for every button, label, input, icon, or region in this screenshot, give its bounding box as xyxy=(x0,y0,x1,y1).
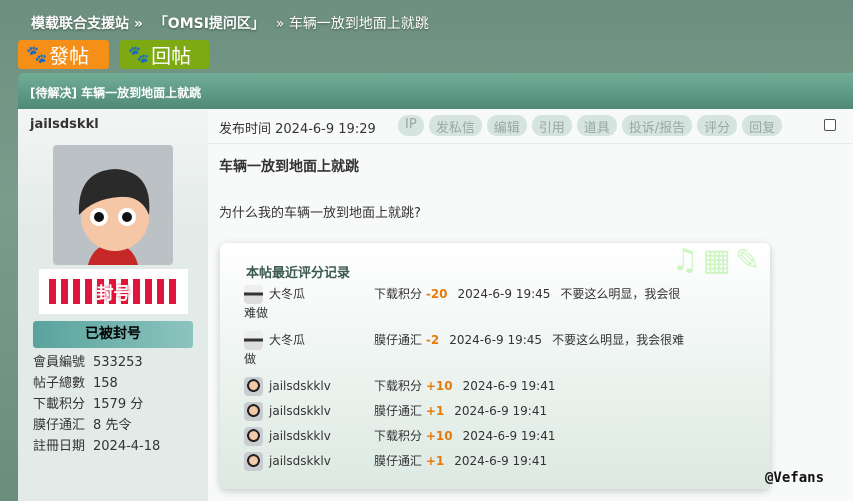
divider xyxy=(208,143,853,144)
rating-date: 2024-6-9 19:41 xyxy=(462,429,556,443)
ip-button[interactable]: IP xyxy=(398,115,424,136)
rate-button[interactable]: 评分 xyxy=(697,115,738,136)
user-avatar[interactable] xyxy=(244,402,263,421)
info-value: 158 xyxy=(93,376,118,391)
author-info: 會員編號 533253 帖子總數 158 下載积分 1579 分 膜仔通汇 8 先令 註… xyxy=(33,352,160,457)
info-label: 會員編號 xyxy=(33,355,86,370)
watermark: @Vefans xyxy=(765,470,825,486)
rating-field: 膜仔通汇 xyxy=(374,404,423,418)
user-avatar[interactable] xyxy=(244,377,263,396)
author-sidebar: jailsdskkl 封号 已被封号 會員編號 533253 帖子總數 158 下載… xyxy=(18,109,208,501)
rater-name[interactable]: jailsdskklv xyxy=(269,377,331,396)
user-avatar[interactable] xyxy=(244,427,263,446)
rating-field: 下载积分 xyxy=(374,429,423,443)
rating-detail: 膜仔通汇 +1 2024-6-9 19:41 xyxy=(374,402,714,421)
author-name[interactable]: jailsdskkl xyxy=(30,117,99,132)
post-content: 发布时间 2024-6-9 19:29 IP 发私信 编辑 引用 道具 投诉/报… xyxy=(208,109,853,501)
quote-button[interactable]: 引用 xyxy=(531,115,572,136)
info-label: 註冊日期 xyxy=(33,439,86,454)
info-value: 8 先令 xyxy=(93,418,132,433)
rating-detail: 下载积分 +10 2024-6-9 19:41 xyxy=(374,377,714,396)
rating-detail: 下载积分 +10 2024-6-9 19:41 xyxy=(374,427,714,446)
edit-button[interactable]: 编辑 xyxy=(486,115,527,136)
info-label: 下載积分 xyxy=(33,397,86,412)
breadcrumb-forum[interactable]: 「OMSI提问区」 xyxy=(154,16,265,32)
reply-label: 回帖 xyxy=(151,44,192,68)
rating-value: +10 xyxy=(425,429,453,443)
rating-date: 2024-6-9 19:41 xyxy=(454,404,548,418)
paw-icon: 🐾 xyxy=(128,44,150,65)
rating-date: 2024-6-9 19:41 xyxy=(462,379,556,393)
rating-detail: 膜仔通汇 -2 2024-6-9 19:45 不要这么明显，我会很难 xyxy=(374,331,714,350)
rating-field: 膜仔通汇 xyxy=(374,454,423,468)
banned-stamp: 封号 xyxy=(39,269,188,314)
media-decoration-icon: ♫▦✎ xyxy=(671,243,764,278)
info-member-id: 會員編號 533253 xyxy=(33,352,160,373)
rating-value: -2 xyxy=(425,333,440,347)
info-currency: 膜仔通汇 8 先令 xyxy=(33,415,160,436)
post-toolbar: IP 发私信 编辑 引用 道具 投诉/报告 评分 回复 xyxy=(398,115,783,136)
rating-reason: 不要这么明显，我会很 xyxy=(560,287,681,301)
rater-name[interactable]: jailsdskklv xyxy=(269,452,331,471)
rating-reason: 不要这么明显，我会很难 xyxy=(552,333,685,347)
report-button[interactable]: 投诉/报告 xyxy=(621,115,693,136)
rater-name[interactable]: 大冬瓜 xyxy=(269,331,305,350)
post-title: 车辆一放到地面上就跳 xyxy=(219,159,359,175)
rating-value: +1 xyxy=(425,454,445,468)
rating-value: +10 xyxy=(425,379,453,393)
info-label: 膜仔通汇 xyxy=(33,418,86,433)
rater-name[interactable]: jailsdskklv xyxy=(269,427,331,446)
rating-log-title: 本帖最近评分记录 xyxy=(246,266,351,281)
info-value: 533253 xyxy=(93,355,143,370)
info-register-date: 註冊日期 2024-4-18 xyxy=(33,436,160,457)
rating-reason-wrap: 难做 xyxy=(244,306,269,320)
rater-name[interactable]: jailsdskklv xyxy=(269,402,331,421)
message-button[interactable]: 发私信 xyxy=(428,115,482,136)
paw-icon: 🐾 xyxy=(26,44,48,65)
rating-date: 2024-6-9 19:45 xyxy=(449,333,543,347)
rating-field: 下载积分 xyxy=(374,379,423,393)
rating-detail: 膜仔通汇 +1 2024-6-9 19:41 xyxy=(374,452,714,471)
user-avatar[interactable] xyxy=(244,331,263,350)
rating-reason-wrap: 做 xyxy=(244,352,257,366)
post-body: 为什么我的车辆一放到地面上就跳? xyxy=(219,206,421,221)
user-avatar[interactable] xyxy=(244,452,263,471)
banned-stamp-text: 封号 xyxy=(96,284,131,304)
rating-date: 2024-6-9 19:45 xyxy=(457,287,551,301)
rating-field: 下载积分 xyxy=(374,287,423,301)
info-post-count: 帖子總數 158 xyxy=(33,373,160,394)
info-value: 1579 分 xyxy=(93,397,144,412)
rating-log: ♫▦✎ 本帖最近评分记录 大冬瓜 下载积分 -20 2024-6-9 19:45 不… xyxy=(220,243,770,489)
info-download-points: 下載积分 1579 分 xyxy=(33,394,160,415)
breadcrumb-home[interactable]: 模载联合支援站 » xyxy=(31,16,143,32)
avatar[interactable] xyxy=(53,145,173,265)
rating-date: 2024-6-9 19:41 xyxy=(454,454,548,468)
post-time: 发布时间 2024-6-9 19:29 xyxy=(219,122,376,137)
new-post-button[interactable]: 🐾 發帖 xyxy=(18,40,109,69)
new-post-label: 發帖 xyxy=(49,44,90,68)
breadcrumb: 模载联合支援站 » 「OMSI提问区」 » 车辆一放到地面上就跳 xyxy=(31,13,435,33)
rater-name[interactable]: 大冬瓜 xyxy=(269,285,305,304)
reply-post-button[interactable]: 回复 xyxy=(742,115,783,136)
status-badge: 已被封号 xyxy=(33,321,193,348)
info-label: 帖子總數 xyxy=(33,376,86,391)
info-value: 2024-4-18 xyxy=(93,439,161,454)
breadcrumb-current: » 车辆一放到地面上就跳 xyxy=(275,16,429,32)
reply-button[interactable]: 🐾 回帖 xyxy=(120,40,209,69)
rating-value: +1 xyxy=(425,404,445,418)
rating-value: -20 xyxy=(425,287,448,301)
rating-field: 膜仔通汇 xyxy=(374,333,423,347)
user-avatar[interactable] xyxy=(244,285,263,304)
rating-detail: 下载积分 -20 2024-6-9 19:45 不要这么明显，我会很 xyxy=(374,285,714,304)
select-checkbox[interactable] xyxy=(824,119,836,131)
props-button[interactable]: 道具 xyxy=(576,115,617,136)
thread-title: [待解决] 车辆一放到地面上就跳 xyxy=(18,73,853,109)
